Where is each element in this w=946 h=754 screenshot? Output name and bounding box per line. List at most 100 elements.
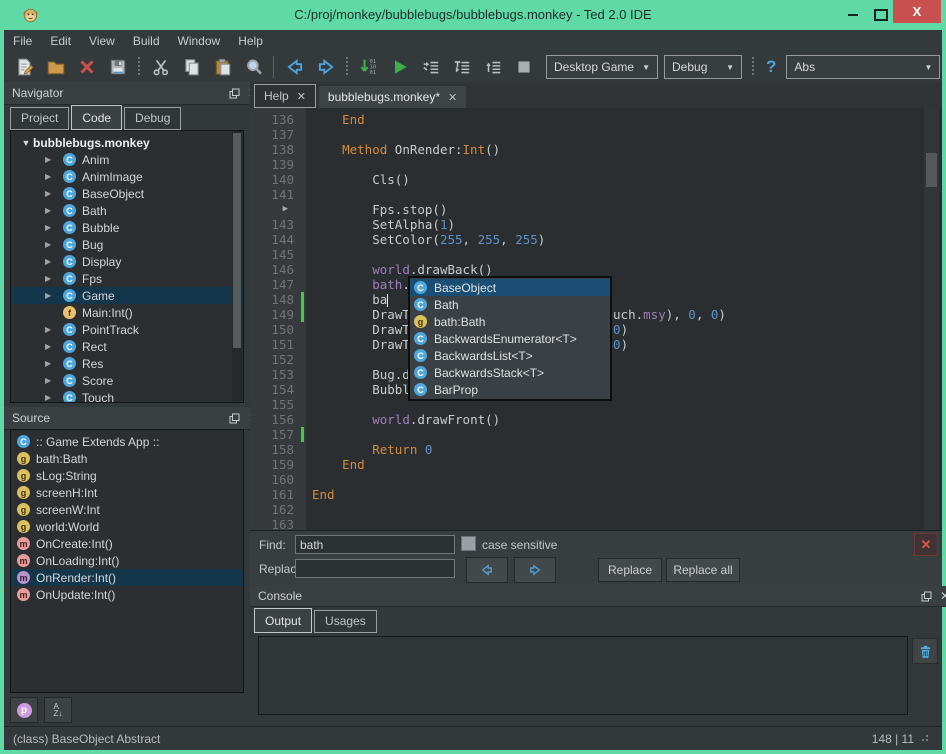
menu-window[interactable]: Window: [169, 30, 230, 52]
step-icon[interactable]: [421, 57, 441, 77]
source-item[interactable]: mOnUpdate:Int(): [11, 586, 243, 603]
tree-item-pointtrack[interactable]: ▶CPointTrack: [11, 321, 243, 338]
code-line[interactable]: 136 End: [250, 112, 942, 127]
chevron-collapsed-icon[interactable]: ▶: [45, 325, 55, 334]
replace-all-button[interactable]: Replace all: [666, 558, 740, 582]
titlebar[interactable]: C:/proj/monkey/bubblebugs/bubblebugs.mon…: [0, 0, 946, 30]
maximize-button[interactable]: [868, 4, 894, 26]
tab-bubblebugs-monkey[interactable]: bubblebugs.monkey* ✕: [319, 86, 466, 108]
code-line[interactable]: 145: [250, 247, 942, 262]
code-line[interactable]: 139: [250, 157, 942, 172]
tree-item-score[interactable]: ▶CScore: [11, 372, 243, 389]
copy-icon[interactable]: [182, 57, 202, 77]
float-panel-icon[interactable]: [921, 591, 932, 602]
autocomplete-item[interactable]: gbath:Bath: [410, 313, 610, 330]
tab-output[interactable]: Output: [254, 608, 312, 633]
chevron-collapsed-icon[interactable]: ▶: [45, 172, 55, 181]
step-out-icon[interactable]: [483, 57, 503, 77]
chevron-collapsed-icon[interactable]: ▶: [45, 274, 55, 283]
open-folder-icon[interactable]: [46, 57, 66, 77]
code-line[interactable]: 143 SetAlpha(1): [250, 217, 942, 232]
case-sensitive-checkbox[interactable]: [461, 536, 476, 551]
chevron-collapsed-icon[interactable]: ▶: [45, 189, 55, 198]
source-item[interactable]: gbath:Bath: [11, 450, 243, 467]
source-item[interactable]: gsLog:String: [11, 467, 243, 484]
close-panel-icon[interactable]: ✕: [940, 589, 946, 603]
tab-close-icon[interactable]: ✕: [297, 90, 306, 103]
navigator-scrollbar[interactable]: [232, 131, 242, 401]
replace-button[interactable]: Replace: [598, 558, 662, 582]
tree-root[interactable]: ▼ bubblebugs.monkey: [11, 134, 243, 151]
run-icon[interactable]: [390, 57, 410, 77]
back-icon[interactable]: [285, 57, 305, 77]
tab-code[interactable]: Code: [71, 105, 122, 130]
code-line[interactable]: 138 Method OnRender:Int(): [250, 142, 942, 157]
chevron-collapsed-icon[interactable]: ▶: [45, 206, 55, 215]
search-icon[interactable]: [244, 57, 264, 77]
minimize-button[interactable]: [840, 4, 866, 26]
source-item[interactable]: mOnRender:Int(): [11, 569, 243, 586]
float-panel-icon[interactable]: [229, 88, 240, 99]
code-line[interactable]: 140 Cls(): [250, 172, 942, 187]
chevron-collapsed-icon[interactable]: ▶: [45, 155, 55, 164]
code-line[interactable]: 159 End: [250, 457, 942, 472]
find-next-button[interactable]: [514, 557, 556, 583]
tab-usages[interactable]: Usages: [314, 610, 377, 633]
tree-item-rect[interactable]: ▶CRect: [11, 338, 243, 355]
chevron-collapsed-icon[interactable]: ▶: [45, 240, 55, 249]
scrollbar-handle[interactable]: [926, 153, 937, 187]
tab-close-icon[interactable]: ✕: [448, 91, 457, 104]
sort-button[interactable]: AZ↓: [44, 697, 72, 723]
code-line[interactable]: ▶ Fps.stop(): [250, 202, 942, 217]
autocomplete-item[interactable]: CBackwardsList<T>: [410, 347, 610, 364]
clear-console-button[interactable]: [912, 638, 938, 664]
tree-item-res[interactable]: ▶CRes: [11, 355, 243, 372]
code-editor[interactable]: 136 End137138 Method OnRender:Int()13914…: [250, 108, 942, 530]
tree-item-bug[interactable]: ▶CBug: [11, 236, 243, 253]
chevron-expanded-icon[interactable]: ▼: [19, 138, 33, 148]
code-line[interactable]: 156 world.drawFront(): [250, 412, 942, 427]
symbol-search-combo[interactable]: Abs ▼: [786, 55, 940, 79]
paste-icon[interactable]: [213, 57, 233, 77]
menu-help[interactable]: Help: [229, 30, 272, 52]
chevron-collapsed-icon[interactable]: ▶: [45, 342, 55, 351]
step-in-icon[interactable]: [452, 57, 472, 77]
update-modules-icon[interactable]: 01 10 01: [359, 57, 379, 77]
source-item[interactable]: C:: Game Extends App ::: [11, 433, 243, 450]
resize-grip-icon[interactable]: [920, 735, 928, 743]
autocomplete-item[interactable]: CBaseObject: [410, 279, 610, 296]
find-previous-button[interactable]: [466, 557, 508, 583]
console-output[interactable]: [258, 636, 908, 715]
help-icon[interactable]: ?: [766, 57, 776, 77]
cut-icon[interactable]: [151, 57, 171, 77]
tab-help[interactable]: Help ✕: [254, 84, 316, 108]
tab-project[interactable]: Project: [10, 107, 69, 130]
tree-item-baseobject[interactable]: ▶CBaseObject: [11, 185, 243, 202]
forward-icon[interactable]: [316, 57, 336, 77]
tree-item-main-int-[interactable]: ▶fMain:Int(): [11, 304, 243, 321]
code-line[interactable]: 160: [250, 472, 942, 487]
tree-item-anim[interactable]: ▶CAnim: [11, 151, 243, 168]
tree-item-animimage[interactable]: ▶CAnimImage: [11, 168, 243, 185]
tree-item-game[interactable]: ▶CGame: [11, 287, 243, 304]
save-file-icon[interactable]: [108, 57, 128, 77]
code-line[interactable]: 158 Return 0: [250, 442, 942, 457]
code-line[interactable]: 137: [250, 127, 942, 142]
menu-build[interactable]: Build: [124, 30, 169, 52]
close-file-icon[interactable]: [77, 57, 97, 77]
code-line[interactable]: 146 world.drawBack(): [250, 262, 942, 277]
code-line[interactable]: 162: [250, 502, 942, 517]
editor-scrollbar[interactable]: [924, 108, 939, 530]
source-item[interactable]: mOnLoading:Int(): [11, 552, 243, 569]
tree-item-bubble[interactable]: ▶CBubble: [11, 219, 243, 236]
code-line[interactable]: 161End: [250, 487, 942, 502]
chevron-collapsed-icon[interactable]: ▶: [45, 393, 55, 402]
chevron-collapsed-icon[interactable]: ▶: [45, 291, 55, 300]
chevron-collapsed-icon[interactable]: ▶: [45, 257, 55, 266]
tree-item-fps[interactable]: ▶CFps: [11, 270, 243, 287]
close-button[interactable]: X: [893, 0, 941, 23]
source-item[interactable]: gscreenW:Int: [11, 501, 243, 518]
autocomplete-item[interactable]: CBarProp: [410, 381, 610, 398]
float-panel-icon[interactable]: [229, 413, 240, 424]
target-select[interactable]: Desktop Game ▼: [546, 55, 658, 79]
